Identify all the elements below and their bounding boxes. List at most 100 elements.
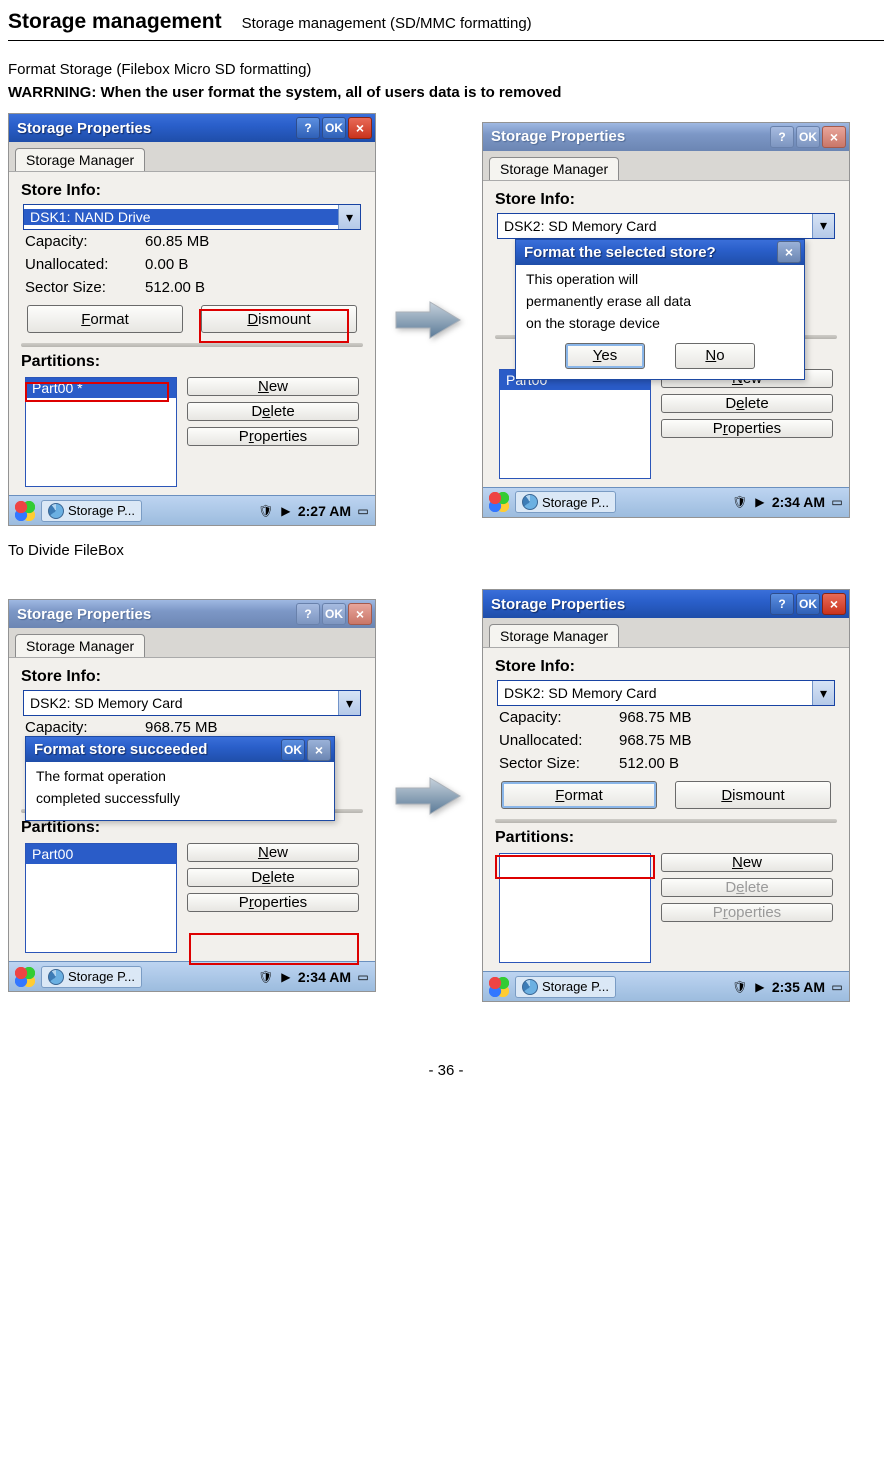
dialog-title: Format the selected store? bbox=[524, 244, 775, 261]
partition-list[interactable]: Part00 bbox=[499, 369, 651, 479]
partition-list[interactable]: Part00 bbox=[25, 843, 177, 953]
page-header: Storage management Storage management (S… bbox=[8, 0, 884, 41]
tray-shield-icon: 🛡 bbox=[258, 969, 274, 985]
properties-button[interactable]: Properties bbox=[187, 427, 359, 446]
close-button[interactable]: × bbox=[348, 117, 372, 139]
taskbar: Storage P... 🛡 ▶ 2:35 AM ▭ bbox=[483, 971, 849, 1001]
delete-button[interactable]: Delete bbox=[187, 868, 359, 887]
start-icon[interactable] bbox=[489, 492, 509, 512]
taskbar-item[interactable]: Storage P... bbox=[515, 976, 616, 998]
disk-icon bbox=[48, 969, 64, 985]
new-button[interactable]: New bbox=[187, 377, 359, 396]
disk-icon bbox=[48, 503, 64, 519]
between-text: To Divide FileBox bbox=[8, 542, 884, 559]
chevron-down-icon: ▾ bbox=[812, 214, 834, 238]
partition-list[interactable]: Part00 * bbox=[25, 377, 177, 487]
close-button[interactable]: × bbox=[348, 603, 372, 625]
row-1: Storage Properties ? OK × Storage Manage… bbox=[8, 113, 884, 526]
window-titlebar: Storage Properties ? OK × bbox=[483, 590, 849, 618]
tab-strip: Storage Manager bbox=[483, 618, 849, 648]
ok-button[interactable]: OK bbox=[322, 117, 346, 139]
taskbar-item[interactable]: Storage P... bbox=[515, 491, 616, 513]
partition-list[interactable] bbox=[499, 853, 651, 963]
page-title: Storage management bbox=[8, 10, 222, 34]
start-icon[interactable] bbox=[489, 977, 509, 997]
screenshot-3: Storage Properties ? OK × Storage Manage… bbox=[8, 599, 376, 992]
format-button[interactable]: Format bbox=[27, 305, 183, 333]
start-icon[interactable] bbox=[15, 501, 35, 521]
dismount-button[interactable]: Dismount bbox=[675, 781, 831, 809]
store-select[interactable]: DSK2: SD Memory Card ▾ bbox=[497, 213, 835, 239]
tray-windows-icon[interactable]: ▭ bbox=[829, 494, 845, 510]
close-button[interactable]: × bbox=[822, 593, 846, 615]
format-confirm-dialog: Format the selected store? × This operat… bbox=[515, 239, 805, 380]
taskbar-item[interactable]: Storage P... bbox=[41, 500, 142, 522]
tray-shield-icon: 🛡 bbox=[732, 979, 748, 995]
clock: 2:34 AM bbox=[298, 969, 351, 985]
tab-storage-manager[interactable]: Storage Manager bbox=[489, 624, 619, 647]
tray-network-icon: ▶ bbox=[752, 494, 768, 510]
taskbar-item[interactable]: Storage P... bbox=[41, 966, 142, 988]
page-subtitle: Storage management (SD/MMC formatting) bbox=[242, 15, 532, 32]
tab-storage-manager[interactable]: Storage Manager bbox=[15, 634, 145, 657]
dialog-title: Format store succeeded bbox=[34, 741, 279, 758]
yes-button[interactable]: Yes bbox=[565, 343, 645, 369]
tab-storage-manager[interactable]: Storage Manager bbox=[15, 148, 145, 171]
unallocated-row: Unallocated:968.75 MB bbox=[493, 729, 839, 752]
dialog-ok-button[interactable]: OK bbox=[281, 739, 305, 761]
properties-button[interactable]: Properties bbox=[661, 419, 833, 438]
dialog-close-button[interactable]: × bbox=[307, 739, 331, 761]
disk-icon bbox=[522, 494, 538, 510]
tray-windows-icon[interactable]: ▭ bbox=[829, 979, 845, 995]
dismount-button[interactable]: Dismount bbox=[201, 305, 357, 333]
dialog-body: This operation will permanently erase al… bbox=[516, 265, 804, 379]
store-value: DSK2: SD Memory Card bbox=[498, 685, 812, 701]
new-button[interactable]: New bbox=[187, 843, 359, 862]
delete-button[interactable]: Delete bbox=[661, 394, 833, 413]
arrow-right-icon bbox=[394, 300, 464, 340]
start-icon[interactable] bbox=[15, 967, 35, 987]
store-select[interactable]: DSK2: SD Memory Card ▾ bbox=[497, 680, 835, 706]
intro-text: Format Storage (Filebox Micro SD formatt… bbox=[8, 61, 884, 78]
capacity-row: Capacity:60.85 MB bbox=[19, 230, 365, 253]
properties-button[interactable]: Properties bbox=[187, 893, 359, 912]
window-titlebar: Storage Properties ? OK × bbox=[9, 600, 375, 628]
partitions-label: Partitions: bbox=[493, 827, 839, 851]
tray-windows-icon[interactable]: ▭ bbox=[355, 969, 371, 985]
tray-windows-icon[interactable]: ▭ bbox=[355, 503, 371, 519]
dialog-titlebar: Format store succeeded OK × bbox=[26, 737, 334, 762]
store-info-label: Store Info: bbox=[19, 666, 365, 690]
ok-button[interactable]: OK bbox=[796, 126, 820, 148]
divider bbox=[495, 819, 837, 823]
sector-row: Sector Size:512.00 B bbox=[19, 276, 365, 299]
ok-button[interactable]: OK bbox=[796, 593, 820, 615]
divider bbox=[21, 343, 363, 347]
screenshot-1: Storage Properties ? OK × Storage Manage… bbox=[8, 113, 376, 526]
screenshot-4: Storage Properties ? OK × Storage Manage… bbox=[482, 589, 850, 1002]
new-button[interactable]: New bbox=[661, 853, 833, 872]
partitions-label: Partitions: bbox=[19, 351, 365, 375]
page-number: - 36 - bbox=[8, 1062, 884, 1079]
help-button[interactable]: ? bbox=[770, 593, 794, 615]
tab-storage-manager[interactable]: Storage Manager bbox=[489, 157, 619, 180]
store-select[interactable]: DSK2: SD Memory Card ▾ bbox=[23, 690, 361, 716]
chevron-down-icon: ▾ bbox=[338, 205, 360, 229]
taskbar: Storage P... 🛡 ▶ 2:34 AM ▭ bbox=[9, 961, 375, 991]
sector-row: Sector Size:512.00 B bbox=[493, 752, 839, 775]
dialog-close-button[interactable]: × bbox=[777, 241, 801, 263]
store-select[interactable]: DSK1: NAND Drive ▾ bbox=[23, 204, 361, 230]
close-button[interactable]: × bbox=[822, 126, 846, 148]
delete-button[interactable]: Delete bbox=[187, 402, 359, 421]
tray-shield-icon: 🛡 bbox=[732, 494, 748, 510]
disk-icon bbox=[522, 979, 538, 995]
help-button[interactable]: ? bbox=[296, 603, 320, 625]
partition-item[interactable]: Part00 bbox=[26, 844, 176, 864]
no-button[interactable]: No bbox=[675, 343, 755, 369]
help-button[interactable]: ? bbox=[296, 117, 320, 139]
dialog-titlebar: Format the selected store? × bbox=[516, 240, 804, 265]
partition-item[interactable]: Part00 * bbox=[26, 378, 176, 398]
help-button[interactable]: ? bbox=[770, 126, 794, 148]
format-button[interactable]: Format bbox=[501, 781, 657, 809]
ok-button[interactable]: OK bbox=[322, 603, 346, 625]
chevron-down-icon: ▾ bbox=[338, 691, 360, 715]
